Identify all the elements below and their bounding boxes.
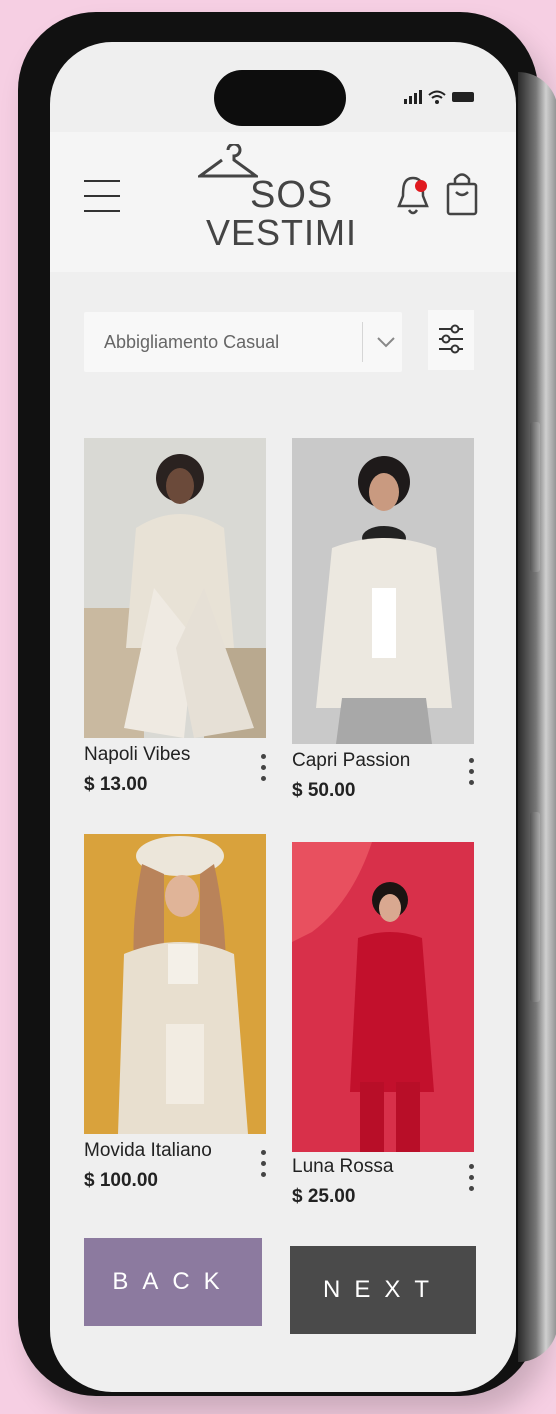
product-price: $ 25.00 [292,1186,356,1207]
product-image[interactable] [84,438,266,738]
more-vertical-icon[interactable] [258,754,268,790]
status-bar [404,90,474,104]
category-dropdown[interactable]: Abbigliamento Casual [84,312,402,372]
product-image[interactable] [292,438,474,744]
product-image[interactable] [84,834,266,1134]
product-card[interactable]: Luna Rossa $ 25.00 [292,842,474,1207]
product-price: $ 50.00 [292,780,356,801]
power-button [530,812,540,1002]
dropdown-divider [362,322,363,362]
brand-name-line1: SOS [250,174,334,216]
sliders-icon [439,324,463,354]
more-vertical-icon[interactable] [466,758,476,794]
category-dropdown-value: Abbigliamento Casual [104,332,280,352]
product-price: $ 13.00 [84,774,148,795]
wifi-icon [428,90,446,104]
hanger-logo-icon [198,144,258,178]
product-card[interactable]: Movida Italiano $ 100.00 [84,834,266,1191]
volume-button [530,422,540,572]
shopping-bag-icon[interactable] [444,170,480,218]
product-card[interactable]: Napoli Vibes $ 13.00 [84,438,266,795]
product-name: Luna Rossa [292,1156,394,1177]
more-vertical-icon[interactable] [258,1150,268,1186]
product-name: Napoli Vibes [84,744,191,765]
more-vertical-icon[interactable] [466,1164,476,1200]
app-screen: SOS VESTIMI Abbigliamento Casual Napoli … [50,42,516,1392]
product-name: Capri Passion [292,750,411,771]
filter-settings-button[interactable] [428,310,474,370]
brand-name-line2: VESTIMI [206,212,358,253]
dynamic-island [214,70,346,126]
menu-icon[interactable] [84,180,120,214]
next-button[interactable]: NEXT [290,1246,476,1334]
phone-frame: SOS VESTIMI Abbigliamento Casual Napoli … [18,12,556,1396]
bell-icon[interactable] [395,172,431,218]
product-card[interactable]: Capri Passion $ 50.00 [292,438,474,801]
back-button[interactable]: BACK [84,1238,262,1326]
battery-icon [452,92,474,102]
signal-icon [404,90,422,104]
product-image[interactable] [292,842,474,1152]
product-name: Movida Italiano [84,1140,212,1161]
app-header: SOS VESTIMI [50,132,516,272]
product-price: $ 100.00 [84,1170,158,1191]
phone-side-edge [518,72,556,1362]
notification-dot [415,180,427,192]
chevron-down-icon [377,337,395,348]
